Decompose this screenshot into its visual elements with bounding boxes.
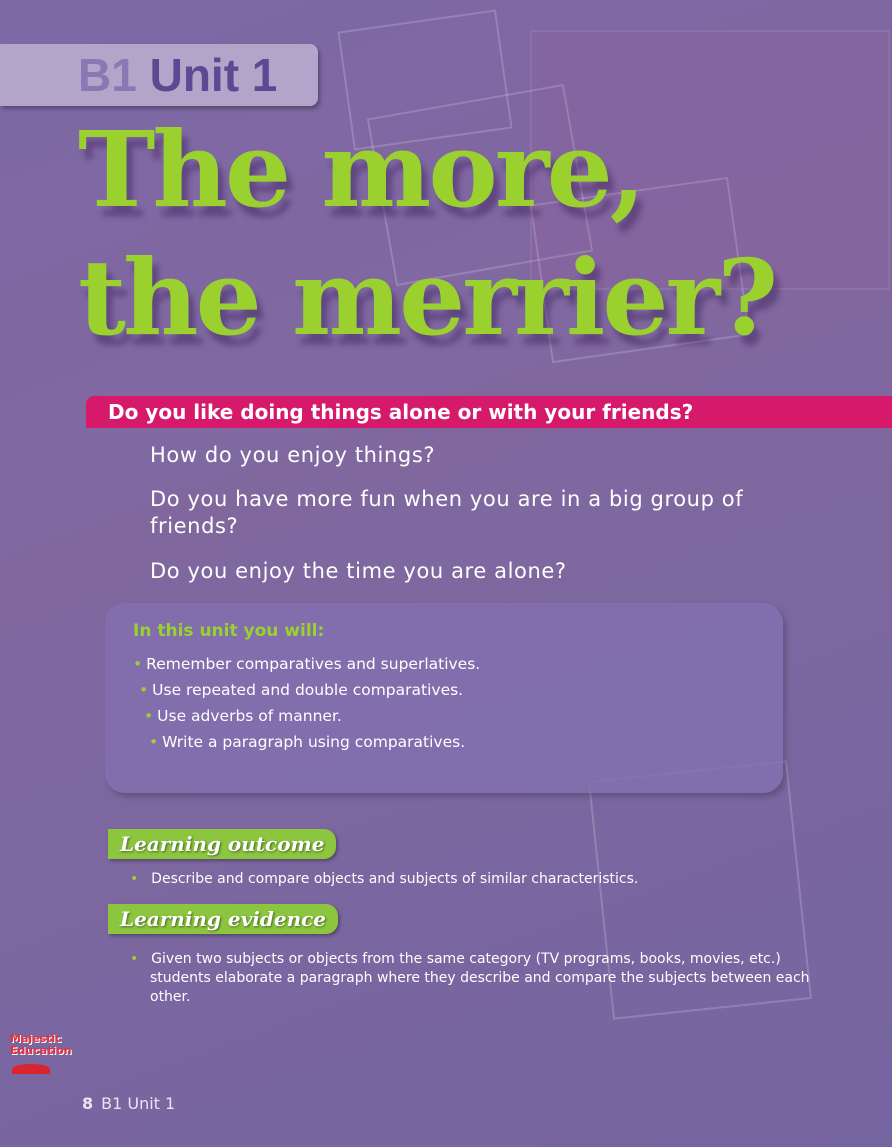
learning-outcome-text: • Describe and compare objects and subje… — [130, 871, 639, 887]
page-number: 8 — [82, 1094, 94, 1113]
goal-item: • Write a paragraph using comparatives. — [149, 733, 466, 751]
unit-goals-heading: In this unit you will: — [133, 621, 325, 641]
evidence-text: Given two subjects or objects from the s… — [150, 951, 810, 1005]
level-label: B1 — [78, 49, 137, 101]
question-banner: Do you like doing things alone or with y… — [86, 396, 892, 428]
learning-outcome-label: Learning outcome — [108, 829, 337, 859]
goal-item: • Use repeated and double comparatives. — [139, 681, 464, 699]
goal-text: Use repeated and double comparatives. — [152, 681, 464, 699]
learning-evidence-text: • Given two subjects or objects from the… — [130, 951, 810, 1005]
unit-label: Unit 1 — [149, 49, 278, 101]
unit-goals-box: In this unit you will: • Remember compara… — [105, 603, 783, 793]
book-icon — [12, 1064, 50, 1074]
goal-item: • Remember comparatives and superlatives. — [133, 655, 481, 673]
footer-label: B1 Unit 1 — [101, 1094, 176, 1113]
goal-text: Use adverbs of manner. — [157, 707, 342, 725]
publisher-logo: Majestic Education — [10, 1033, 72, 1057]
learning-evidence-label: Learning evidence — [108, 904, 339, 934]
question-2: Do you have more fun when you are in a b… — [150, 487, 744, 538]
page-footer: 8 B1 Unit 1 — [82, 1094, 175, 1113]
unit-tab: B1 Unit 1 — [0, 44, 318, 106]
goal-text: Remember comparatives and superlatives. — [146, 655, 481, 673]
logo-line-2: Education — [10, 1044, 72, 1057]
question-3: Do you enjoy the time you are alone? — [150, 559, 567, 583]
question-1: How do you enjoy things? — [150, 443, 436, 467]
title-line-2: the merrier? — [78, 236, 778, 359]
outcome-text: Describe and compare objects and subject… — [151, 871, 639, 887]
goal-text: Write a paragraph using comparatives. — [162, 733, 466, 751]
title-line-1: The more, — [78, 108, 646, 231]
goal-item: • Use adverbs of manner. — [144, 707, 342, 725]
